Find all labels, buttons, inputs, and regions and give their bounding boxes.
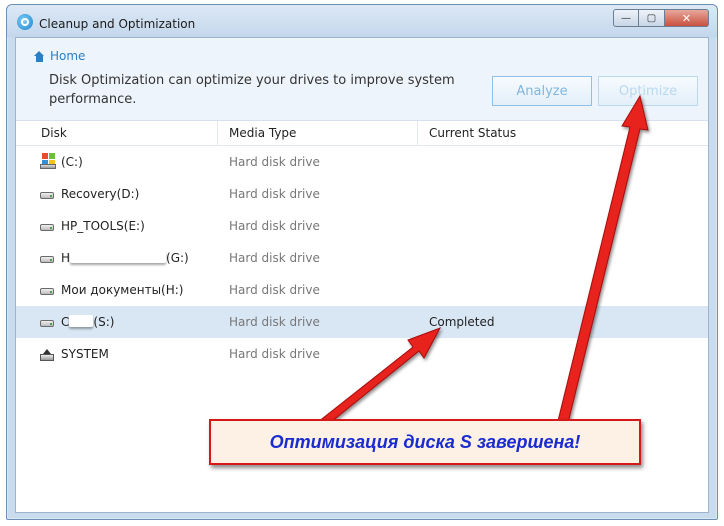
arrow-to-completed-status (317, 327, 442, 427)
annotation-text: Оптимизация диска S завершена! (269, 431, 581, 452)
arrow-to-optimize-button (557, 94, 649, 424)
annotation-callout: Оптимизация диска S завершена! (209, 419, 641, 465)
